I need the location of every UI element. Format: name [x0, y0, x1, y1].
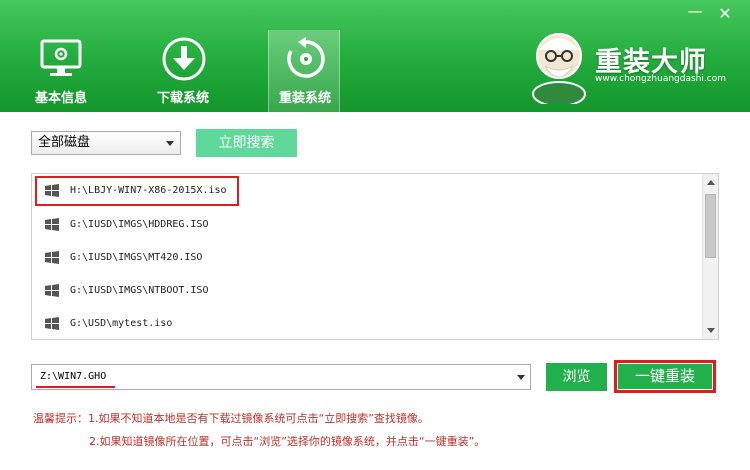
download-arrow-icon	[162, 37, 206, 81]
list-item[interactable]: G:\IUSD\IMGS\MT420.ISO	[32, 241, 702, 274]
tab-reinstall-system-label: 重装系统	[278, 91, 331, 106]
chevron-down-icon	[166, 141, 174, 146]
list-item-path: H:\LBJY-WIN7-X86-2015X.iso	[70, 185, 227, 196]
tab-reinstall-system[interactable]: 重装系统	[268, 30, 340, 112]
chevron-down-icon[interactable]	[517, 375, 525, 380]
list-scrollbar[interactable]	[702, 174, 718, 339]
brand-url: www.chongzhuangdashi.com	[595, 74, 726, 84]
path-red-underline	[36, 386, 115, 388]
tab-download-system-label: 下载系统	[156, 91, 209, 106]
mascot-old-man-icon	[532, 33, 586, 104]
search-now-button[interactable]: 立即搜索	[196, 129, 297, 157]
tab-basic-info-label: 基本信息	[34, 91, 87, 106]
windows-logo-icon	[45, 317, 59, 330]
list-item-path: G:\IUSD\IMGS\NTBOOT.ISO	[70, 285, 209, 296]
windows-logo-icon	[45, 251, 59, 264]
list-item[interactable]: G:\IUSD\IMGS\NTBOOT.ISO	[32, 274, 702, 307]
reinstall-highlight: 一键重装	[614, 360, 716, 393]
header-bar: — ✕ 基本信息 下载系统 重装系统 重装大师 www.chongzhuangd…	[0, 0, 750, 112]
scroll-down-icon[interactable]	[707, 328, 715, 333]
list-item-path: G:\IUSD\IMGS\MT420.ISO	[70, 252, 203, 263]
close-button[interactable]: ✕	[714, 4, 736, 24]
list-item-path: G:\USD\mytest.iso	[70, 318, 173, 329]
tab-download-system[interactable]: 下载系统	[147, 30, 219, 112]
list-item-path: G:\IUSD\IMGS\HDDREG.ISO	[70, 219, 209, 230]
scroll-up-icon[interactable]	[707, 180, 715, 185]
refresh-disc-icon	[287, 37, 325, 78]
tip-line-1: 温馨提示：1.如果不知道本地是否有下载过镜像系统可点击“立即搜索”查找镜像。	[33, 412, 429, 425]
image-path-combo[interactable]: Z:\WIN7.GHO	[31, 364, 531, 390]
list-item[interactable]: H:\LBJY-WIN7-X86-2015X.iso	[32, 174, 702, 207]
windows-logo-icon	[45, 184, 59, 197]
minimize-button[interactable]: —	[684, 4, 706, 24]
disk-select-value: 全部磁盘	[38, 135, 91, 150]
windows-logo-icon	[45, 284, 59, 297]
windows-logo-icon	[45, 218, 59, 231]
list-item[interactable]: G:\USD\mytest.iso	[32, 307, 702, 339]
one-click-reinstall-button[interactable]: 一键重装	[618, 364, 712, 389]
scroll-thumb[interactable]	[705, 194, 716, 258]
image-list[interactable]: H:\LBJY-WIN7-X86-2015X.iso G:\IUSD\IMGS\…	[31, 173, 719, 340]
monitor-gear-icon	[40, 39, 82, 76]
tip-line-2: 2.如果知道镜像所在位置，可点击“浏览”选择你的镜像系统，并点击“一键重装”。	[89, 435, 486, 448]
browse-button[interactable]: 浏览	[546, 363, 607, 391]
tab-basic-info[interactable]: 基本信息	[25, 30, 97, 112]
disk-select[interactable]: 全部磁盘	[31, 131, 181, 155]
list-item[interactable]: G:\IUSD\IMGS\HDDREG.ISO	[32, 208, 702, 241]
